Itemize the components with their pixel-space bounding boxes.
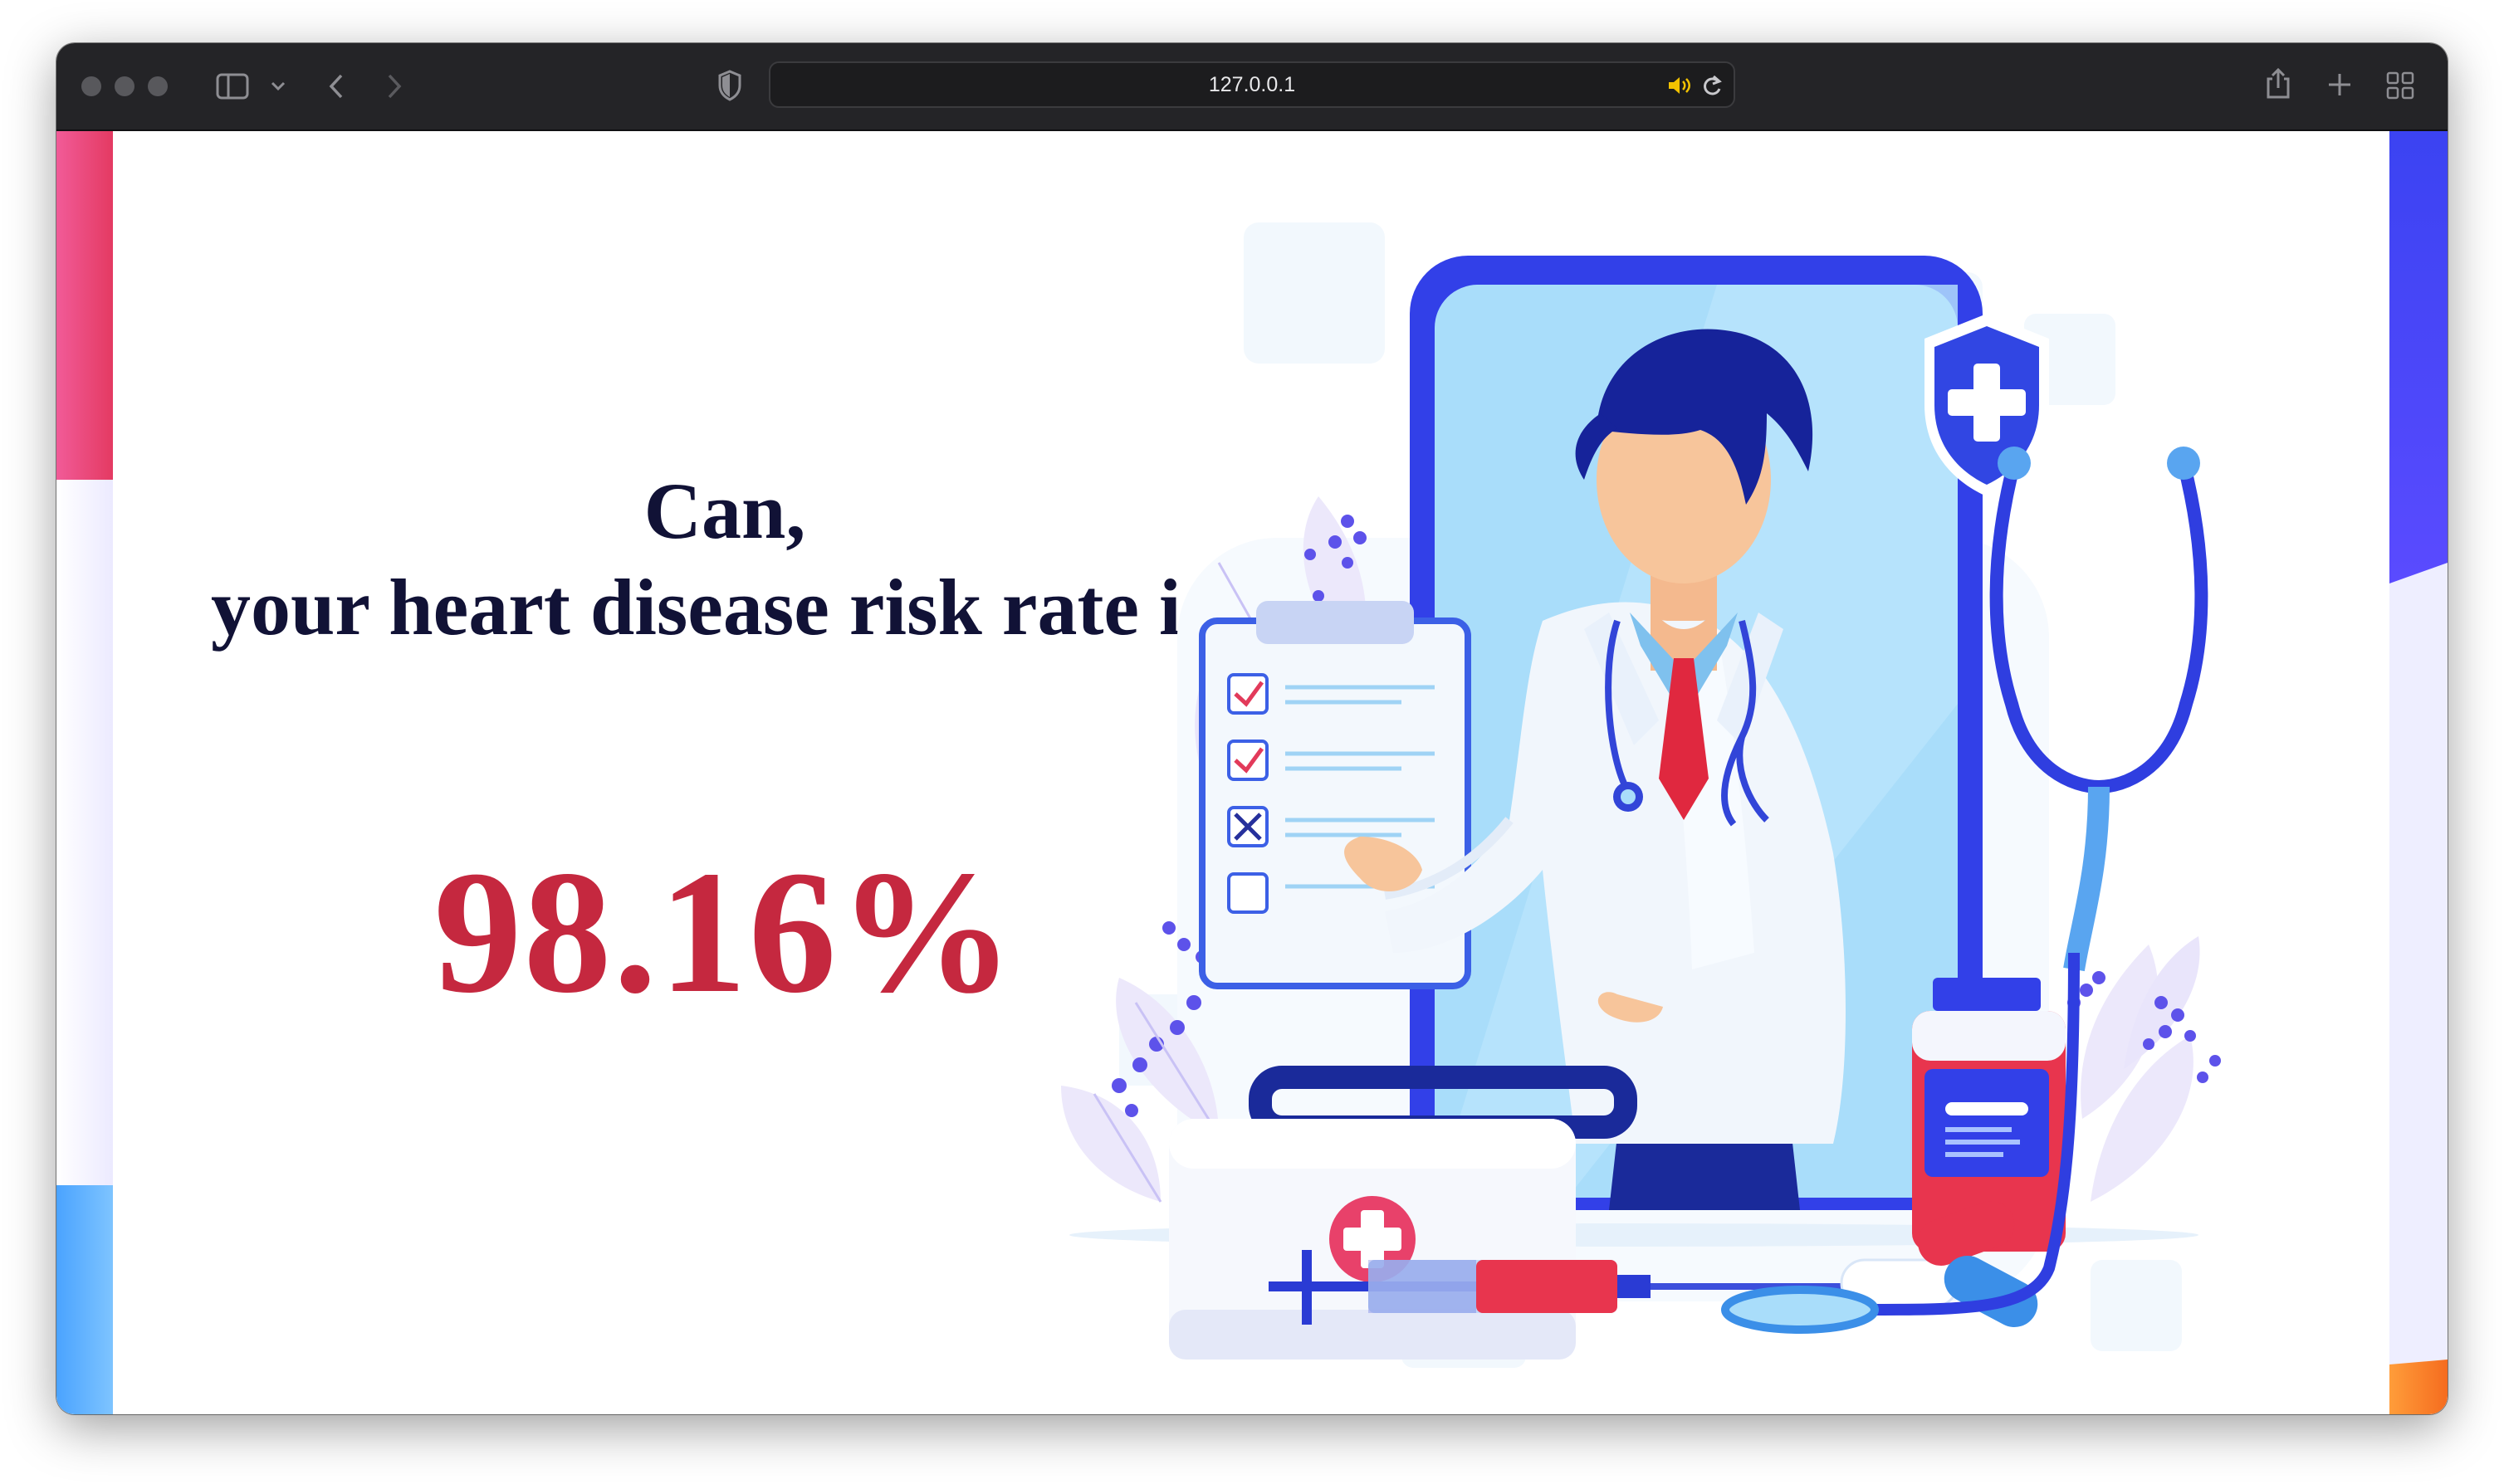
- browser-toolbar: 127.0.0.1: [56, 43, 2448, 131]
- doctor-illustration: [970, 206, 2315, 1393]
- close-window-button[interactable]: [81, 76, 101, 96]
- plus-icon[interactable]: [2326, 71, 2353, 98]
- decorative-stripe-left: [56, 131, 113, 1414]
- address-bar[interactable]: 127.0.0.1: [769, 61, 1735, 108]
- speaker-icon[interactable]: [1667, 75, 1692, 96]
- forward-icon[interactable]: [385, 73, 403, 100]
- url-text: 127.0.0.1: [1208, 73, 1296, 96]
- share-icon[interactable]: [2265, 66, 2291, 100]
- reload-icon[interactable]: [1700, 73, 1724, 98]
- sidebar-icon[interactable]: [216, 73, 249, 100]
- minimize-window-button[interactable]: [115, 76, 134, 96]
- back-icon[interactable]: [327, 73, 345, 100]
- tabs-grid-icon[interactable]: [2386, 71, 2414, 100]
- page-content: Can, your heart disease risk rate is: 98…: [56, 131, 2448, 1414]
- zoom-window-button[interactable]: [148, 76, 168, 96]
- decorative-stripe-right: [2389, 131, 2448, 1414]
- chevron-down-icon[interactable]: [271, 81, 286, 91]
- shield-icon[interactable]: [717, 70, 742, 101]
- browser-window: 127.0.0.1 Can, your heart disease risk r…: [56, 43, 2448, 1414]
